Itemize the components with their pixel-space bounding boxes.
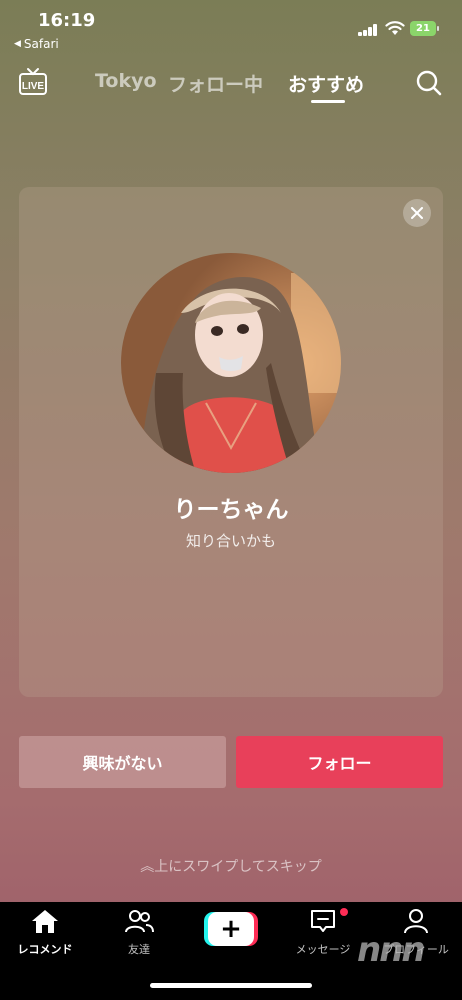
nav-label-recommend: レコメンド bbox=[17, 943, 73, 956]
search-icon[interactable] bbox=[415, 69, 443, 97]
top-navigation: LIVE Tokyo フォロー中 おすすめ bbox=[0, 62, 462, 108]
nav-label-friends: 友達 bbox=[128, 943, 150, 956]
account-name: りーちゃん bbox=[173, 497, 289, 523]
friends-icon bbox=[125, 910, 154, 933]
watermark-logo: nnn bbox=[357, 930, 426, 970]
back-triangle-icon: ◀ bbox=[14, 39, 21, 49]
tab-tokyo[interactable]: Tokyo bbox=[95, 70, 157, 92]
back-to-app-link[interactable]: ◀ Safari bbox=[14, 37, 59, 51]
live-icon[interactable]: LIVE bbox=[18, 66, 48, 96]
home-icon bbox=[32, 910, 58, 933]
tab-recommended[interactable]: おすすめ bbox=[288, 70, 364, 97]
back-app-label: Safari bbox=[23, 37, 59, 51]
not-interested-button[interactable]: 興味がない bbox=[19, 736, 226, 788]
home-indicator bbox=[150, 983, 312, 988]
nav-item-friends[interactable]: 友達 bbox=[99, 908, 179, 957]
close-icon bbox=[411, 207, 423, 219]
active-tab-indicator bbox=[311, 100, 345, 103]
tab-following[interactable]: フォロー中 bbox=[168, 70, 263, 97]
profile-avatar[interactable] bbox=[121, 253, 341, 473]
double-chevron-up-icon: ︽ bbox=[140, 859, 155, 875]
account-subtitle: 知り合いかも bbox=[185, 532, 276, 550]
nav-item-recommend[interactable]: レコメンド bbox=[5, 908, 85, 957]
notification-badge bbox=[340, 908, 348, 916]
svg-text:LIVE: LIVE bbox=[22, 81, 45, 92]
swipe-skip-hint: ︽上にスワイプしてスキップ bbox=[0, 856, 462, 876]
status-bar: 16:19 ◀ Safari 21 bbox=[0, 0, 462, 56]
battery-indicator: 21 bbox=[410, 21, 439, 36]
suggested-account-card: りーちゃん 知り合いかも bbox=[19, 187, 443, 697]
wifi-icon bbox=[385, 21, 405, 35]
inbox-icon bbox=[311, 910, 335, 932]
status-time: 16:19 bbox=[38, 10, 96, 31]
skip-hint-label: 上にスワイプしてスキップ bbox=[154, 859, 322, 875]
plus-icon: + bbox=[208, 912, 254, 946]
nav-label-messages: メッセージ bbox=[295, 943, 351, 956]
cellular-signal-icon bbox=[358, 24, 378, 36]
nav-item-messages[interactable]: メッセージ bbox=[283, 908, 363, 957]
create-post-button[interactable]: + bbox=[204, 912, 258, 946]
follow-button[interactable]: フォロー bbox=[236, 736, 443, 788]
close-button[interactable] bbox=[403, 199, 431, 227]
